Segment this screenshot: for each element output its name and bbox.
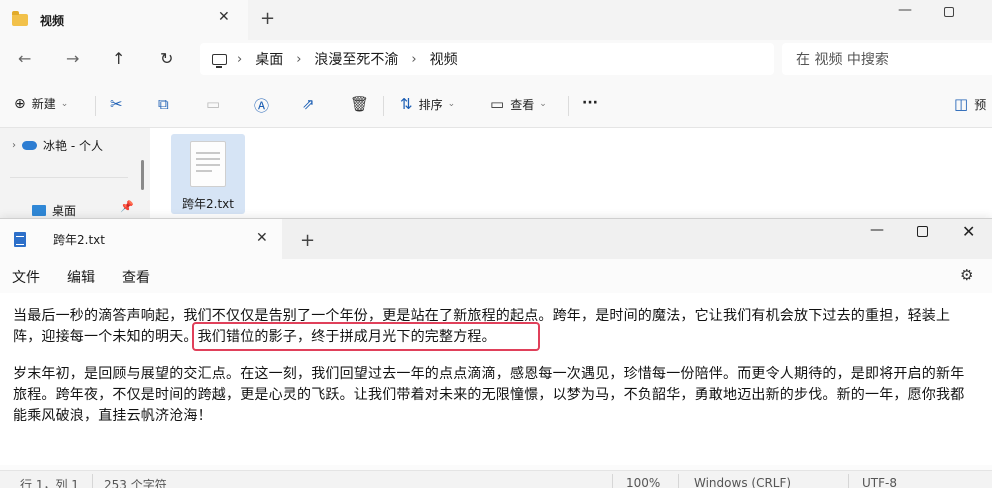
sort-label: 排序 — [418, 97, 443, 112]
new-tab-button[interactable]: + — [260, 8, 275, 29]
chevron-down-icon: ⌄ — [60, 98, 69, 109]
close-window-button[interactable]: ✕ — [962, 222, 975, 241]
file-icon-line — [196, 158, 220, 160]
paste-icon: ▭ — [206, 95, 221, 113]
chevron-right-icon[interactable]: › — [411, 52, 416, 67]
scissors-icon: ✂ — [110, 95, 123, 113]
text-line: 旅程。跨年夜，不仅是时间的跨越，更是心灵的飞跃。让我们带着对未来的无限憧憬，以梦… — [13, 387, 965, 403]
sidebar-divider — [10, 177, 128, 178]
close-tab-icon[interactable]: ✕ — [256, 230, 268, 246]
share-icon: ⇗ — [302, 95, 315, 113]
cut-button[interactable]: ✂ — [110, 95, 123, 113]
status-divider — [92, 474, 93, 488]
chevron-down-icon: ⌄ — [447, 99, 456, 109]
menu-file[interactable]: 文件 — [12, 267, 40, 287]
new-label: 新建 — [31, 97, 56, 111]
breadcrumb-desktop[interactable]: 桌面 — [255, 49, 283, 69]
status-divider — [678, 474, 679, 488]
back-arrow-icon[interactable]: ← — [18, 49, 31, 68]
sort-icon: ⇅ — [400, 95, 413, 113]
sidebar-item-onedrive[interactable]: › 冰艳 - 个人 — [12, 137, 103, 154]
view-label: 查看 — [510, 97, 535, 112]
text-line: 岁末年初，是回顾与展望的交汇点。在这一刻，我们回望过去一年的点点滴滴，感恩每一次… — [13, 366, 965, 382]
toolbar-divider — [568, 96, 569, 116]
paste-button[interactable]: ▭ — [206, 95, 220, 113]
explorer-tab-title: 视频 — [40, 13, 65, 28]
chevron-right-icon[interactable]: › — [296, 52, 301, 67]
highlight-box — [192, 322, 540, 351]
char-count: 253 个字符 — [104, 478, 167, 488]
sort-button[interactable]: ⇅ 排序 ⌄ — [400, 95, 455, 113]
text-segment: 阵，迎接每一个未知的明天。 — [13, 329, 198, 345]
notepad-tab[interactable]: 跨年2.txt ✕ — [0, 219, 282, 259]
file-icon-line — [196, 164, 220, 166]
status-divider — [848, 474, 849, 488]
line-ending[interactable]: Windows (CRLF) — [694, 476, 791, 488]
desktop-label: 桌面 — [52, 204, 77, 218]
close-tab-icon[interactable]: ✕ — [218, 9, 230, 25]
chevron-right-icon[interactable]: › — [237, 52, 242, 67]
notepad-tab-title: 跨年2.txt — [53, 232, 105, 247]
copy-icon: ⧉ — [158, 95, 169, 113]
toolbar-divider — [383, 96, 384, 116]
maximize-button[interactable] — [917, 226, 928, 237]
toolbar-divider — [95, 96, 96, 116]
preview-pane-button[interactable]: ◫ 预 — [954, 95, 986, 113]
new-button[interactable]: ⊕ 新建 ⌄ — [14, 95, 68, 112]
cloud-icon — [22, 141, 37, 150]
cursor-position: 行 1，列 1 — [20, 478, 79, 488]
rename-icon: Ⓐ — [254, 97, 270, 115]
refresh-icon[interactable]: ↻ — [160, 49, 173, 68]
plus-circle-icon: ⊕ — [14, 95, 26, 112]
view-button[interactable]: ▭ 查看 ⌄ — [490, 95, 547, 113]
rename-button[interactable]: Ⓐ — [254, 95, 269, 116]
file-name[interactable]: 跨年2.txt — [171, 195, 245, 212]
up-arrow-icon[interactable]: ↑ — [112, 49, 125, 68]
chevron-down-icon: ⌄ — [539, 99, 547, 109]
preview-label: 预 — [974, 97, 987, 112]
chevron-right-icon[interactable]: › — [12, 140, 16, 151]
pin-icon: 📌 — [120, 200, 134, 213]
explorer-tab[interactable]: 视频 ✕ — [0, 0, 248, 40]
text-line: 能乘风破浪，直挂云帆济沧海！ — [13, 408, 212, 424]
encoding[interactable]: UTF-8 — [862, 476, 897, 488]
menu-edit[interactable]: 编辑 — [67, 267, 95, 287]
file-icon-line — [196, 152, 220, 154]
sidebar-item-desktop[interactable]: 桌面 — [32, 202, 76, 219]
more-button[interactable]: ··· — [582, 95, 598, 111]
address-bar[interactable]: › 桌面 › 浪漫至死不渝 › 视频 — [200, 43, 774, 75]
minimize-button[interactable]: — — [898, 2, 912, 18]
delete-button[interactable]: 🗑 — [350, 95, 369, 113]
menu-view[interactable]: 查看 — [122, 267, 150, 287]
breadcrumb-folder[interactable]: 浪漫至死不渝 — [314, 49, 398, 69]
folder-icon — [12, 11, 28, 26]
file-icon-line — [196, 170, 212, 172]
onedrive-label: 冰艳 - 个人 — [43, 139, 103, 153]
computer-icon — [212, 53, 227, 68]
trash-icon: 🗑 — [350, 95, 370, 113]
forward-arrow-icon[interactable]: → — [66, 49, 79, 68]
search-input[interactable]: 在 视频 中搜索 — [782, 43, 992, 75]
maximize-button[interactable] — [944, 7, 954, 17]
copy-button[interactable]: ⧉ — [158, 95, 169, 113]
zoom-level[interactable]: 100% — [626, 476, 660, 488]
desktop-icon — [32, 205, 46, 216]
status-divider — [612, 474, 613, 488]
minimize-button[interactable]: — — [870, 222, 884, 238]
share-button[interactable]: ⇗ — [302, 95, 315, 113]
gear-icon[interactable]: ⚙ — [960, 266, 973, 284]
view-icon: ▭ — [490, 95, 505, 113]
breadcrumb-video[interactable]: 视频 — [430, 49, 458, 69]
file-list — [150, 128, 992, 218]
notepad-icon — [14, 231, 26, 247]
new-tab-button[interactable]: + — [300, 230, 315, 251]
preview-pane-icon: ◫ — [954, 95, 969, 113]
sidebar-scrollbar[interactable] — [141, 160, 144, 190]
